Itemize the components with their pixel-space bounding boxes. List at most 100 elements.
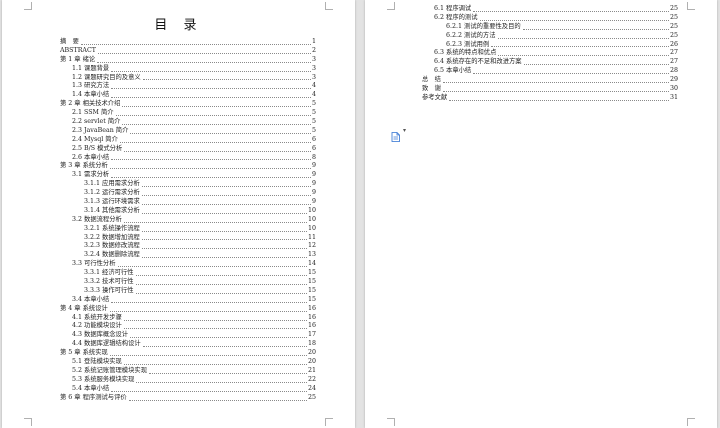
toc-entry[interactable]: 参考文献 31 — [422, 94, 678, 103]
toc-entry[interactable]: 致 谢 30 — [422, 85, 678, 94]
toc-leader-dots — [522, 28, 669, 30]
toc-entry-text: 第 1 章 绪论 — [60, 55, 96, 63]
toc-leader-dots — [109, 168, 311, 170]
toc-entry[interactable]: 摘 要 1 — [60, 38, 316, 47]
toc-entry-text: 3.2 数据流程分析 — [72, 215, 122, 223]
toc-entry-text: 6.4 系统存在的不足和改进方案 — [434, 58, 522, 66]
toc-leader-dots — [130, 132, 311, 134]
toc-leader-dots — [141, 257, 307, 259]
toc-entry[interactable]: 1.1 课题背景 3 — [60, 65, 316, 74]
toc-leader-dots — [473, 73, 669, 75]
toc-entry[interactable]: 第 4 章 系统设计 16 — [60, 305, 316, 314]
toc-page-number: 27 — [669, 49, 678, 57]
toc-entry[interactable]: 6.1 程序调试 25 — [422, 5, 678, 14]
toc-entry[interactable]: 1.4 本章小结 4 — [60, 91, 316, 100]
toc-leader-dots — [111, 390, 307, 392]
toc-leader-dots — [141, 186, 311, 188]
document-icon[interactable] — [391, 127, 400, 142]
toc-entry-text: 第 5 章 系统实现 — [60, 349, 108, 357]
toc-entry-text: ABSTRACT — [60, 46, 96, 54]
toc-leader-dots — [111, 70, 311, 72]
toc-entry[interactable]: 第 5 章 系统实现 20 — [60, 349, 316, 358]
toc-leader-dots — [115, 115, 311, 117]
toc-entry[interactable]: 3.2 数据流程分析 10 — [60, 216, 316, 225]
toc-entry[interactable]: 6.2.2 测试的方法 25 — [422, 32, 678, 41]
toc-list-right: 6.1 程序调试 25 6.2 程序的测试 25 6.2.1 测试的重要性及目的 25 6.… — [422, 5, 678, 103]
toc-leader-dots — [135, 292, 307, 294]
toc-entry[interactable]: 6.2 程序的测试 25 — [422, 14, 678, 23]
toc-entry[interactable]: 6.3 系统的特点和优点 27 — [422, 49, 678, 58]
toc-page-number: 11 — [307, 233, 316, 241]
toc-leader-dots — [130, 337, 307, 339]
toc-entry[interactable]: 第 1 章 绪论 3 — [60, 56, 316, 65]
toc-entry-text: 3.1 需求分析 — [72, 171, 110, 179]
toc-entry[interactable]: 3.2.1 系统操作流程 10 — [60, 225, 316, 234]
toc-title: 目 录 — [154, 18, 203, 33]
toc-entry[interactable]: 1.3 研究方法 4 — [60, 82, 316, 91]
toc-page-number: 2 — [311, 46, 316, 54]
toc-leader-dots — [491, 46, 669, 48]
toc-entry[interactable]: 5.2 系统记账管理模块实现 21 — [60, 367, 316, 376]
toc-entry[interactable]: 第 6 章 程序测试与评价 25 — [60, 394, 316, 403]
toc-entry[interactable]: 2.5 B/S 模式分析 6 — [60, 145, 316, 154]
toc-leader-dots — [117, 266, 307, 268]
toc-entry-text: 3.4 本章小结 — [72, 295, 110, 303]
toc-entry[interactable]: 第 2 章 相关技术介绍 5 — [60, 100, 316, 109]
toc-entry[interactable]: 6.5 本章小结 28 — [422, 67, 678, 76]
toc-entry-text: 4.4 数据库逻辑结构设计 — [72, 340, 141, 348]
toc-page-number: 25 — [669, 22, 678, 30]
toc-page-number: 14 — [307, 260, 316, 268]
toc-page-number: 3 — [311, 73, 316, 81]
toc-entry[interactable]: 3.1.1 应用需求分析 9 — [60, 180, 316, 189]
toc-entry[interactable]: 3.1.3 运行环境需求 9 — [60, 198, 316, 207]
toc-entry[interactable]: 5.1 登陆模块实现 20 — [60, 358, 316, 367]
toc-entry[interactable]: 6.2.1 测试的重要性及目的 25 — [422, 23, 678, 32]
toc-page-number: 9 — [311, 189, 316, 197]
toc-entry[interactable]: 4.4 数据库逻辑结构设计 18 — [60, 340, 316, 349]
toc-leader-dots — [479, 19, 669, 21]
toc-entry[interactable]: 2.2 servlet 简介 5 — [60, 118, 316, 127]
toc-leader-dots — [122, 123, 311, 125]
toc-entry[interactable]: 5.4 本章小结 24 — [60, 385, 316, 394]
toc-page-number: 25 — [669, 13, 678, 21]
toc-entry[interactable]: 总 结 29 — [422, 76, 678, 85]
page-corner-mark — [687, 418, 695, 426]
toc-leader-dots — [123, 363, 307, 365]
toc-entry[interactable]: 2.4 Mysql 简介 6 — [60, 136, 316, 145]
toc-entry[interactable]: 3.1 需求分析 9 — [60, 171, 316, 180]
toc-entry[interactable]: 3.4 本章小结 15 — [60, 296, 316, 305]
toc-leader-dots — [123, 221, 307, 223]
toc-entry-text: 总 结 — [422, 76, 441, 84]
toc-entry-text: 第 2 章 相关技术介绍 — [60, 100, 121, 108]
toc-entry[interactable]: 3.3.1 经济可行性 15 — [60, 269, 316, 278]
toc-entry[interactable]: 2.1 SSM 简介 5 — [60, 109, 316, 118]
toc-entry[interactable]: 4.3 数据库概念设计 17 — [60, 331, 316, 340]
toc-entry[interactable]: 3.2.4 数据删除流程 13 — [60, 251, 316, 260]
toc-entry-text: 1.4 本章小结 — [72, 91, 110, 99]
toc-entry-text: 6.5 本章小结 — [434, 67, 472, 75]
toc-entry[interactable]: 2.3 JavaBean 简介 5 — [60, 127, 316, 136]
toc-entry[interactable]: 6.4 系统存在的不足和改进方案 27 — [422, 58, 678, 67]
toc-entry[interactable]: ABSTRACT 2 — [60, 47, 316, 56]
toc-leader-dots — [124, 150, 311, 152]
toc-page-number: 20 — [307, 349, 316, 357]
toc-page-number: 6 — [311, 144, 316, 152]
toc-leader-dots — [123, 328, 307, 330]
page-corner-mark — [387, 2, 395, 10]
toc-page-number: 31 — [669, 93, 678, 101]
toc-page-number: 9 — [311, 180, 316, 188]
toc-entry[interactable]: 3.3.3 操作可行性 15 — [60, 287, 316, 296]
toc-entry-text: 6.2 程序的测试 — [434, 13, 478, 21]
toc-entry[interactable]: 3.1.2 运行需求分析 9 — [60, 189, 316, 198]
toc-entry-text: 1.1 课题背景 — [72, 64, 110, 72]
toc-entry[interactable]: 3.3.2 技术可行性 15 — [60, 278, 316, 287]
document-page-right: 6.1 程序调试 25 6.2 程序的测试 25 6.2.1 测试的重要性及目的 25 6.… — [365, 0, 717, 428]
toc-page-number: 15 — [307, 286, 316, 294]
toc-entry[interactable]: 5.3 系统服务模块实现 22 — [60, 376, 316, 385]
toc-entry[interactable]: 3.3 可行性分析 14 — [60, 260, 316, 269]
toc-leader-dots — [111, 159, 311, 161]
toc-entry[interactable]: 3.1.4 其他需求分析 10 — [60, 207, 316, 216]
toc-page-number: 24 — [307, 384, 316, 392]
chevron-down-icon[interactable]: ▾ — [403, 127, 406, 134]
toc-leader-dots — [80, 43, 311, 45]
